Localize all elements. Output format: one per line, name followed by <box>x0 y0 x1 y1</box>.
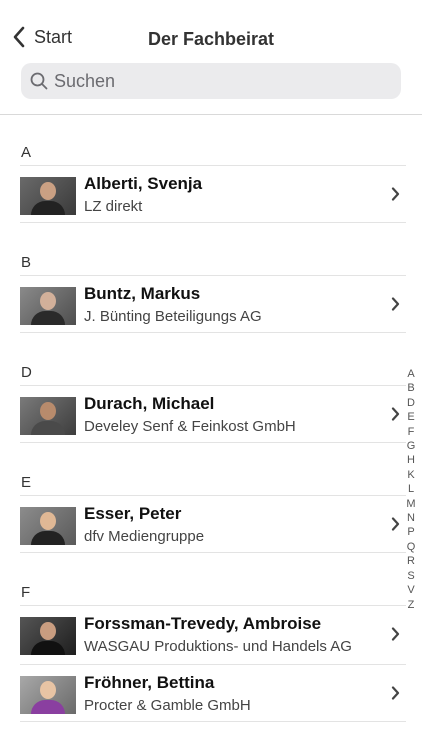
person-name: Esser, Peter <box>84 504 182 523</box>
section-header-f: F <box>21 584 31 601</box>
chevron-right-icon <box>391 686 400 700</box>
chevron-right-icon <box>391 187 400 201</box>
index-letter[interactable]: L <box>404 482 418 496</box>
avatar <box>20 397 76 435</box>
person-name: Alberti, Svenja <box>84 174 203 193</box>
person-company: Develey Senf & Feinkost GmbH <box>84 418 296 435</box>
avatar <box>20 676 76 714</box>
person-company: J. Bünting Beteiligungs AG <box>84 308 262 325</box>
list-item[interactable]: Forssman-Trevedy, Ambroise WASGAU Produk… <box>20 605 406 663</box>
search-icon <box>30 72 48 90</box>
navigation-bar: Start Der Fachbeirat <box>0 0 422 56</box>
index-letter[interactable]: S <box>404 569 418 583</box>
section-index[interactable]: A B D E F G H K L M N P Q R S V Z <box>404 367 418 612</box>
avatar <box>20 617 76 655</box>
section-header-b: B <box>21 254 32 271</box>
person-company: LZ direkt <box>84 198 143 215</box>
index-letter[interactable]: M <box>404 497 418 511</box>
chevron-right-icon <box>391 297 400 311</box>
section-header-d: D <box>21 364 32 381</box>
avatar <box>20 287 76 325</box>
section-header-e: E <box>21 474 32 491</box>
list-item[interactable]: Buntz, Markus J. Bünting Beteiligungs AG <box>20 275 406 333</box>
index-letter[interactable]: F <box>404 425 418 439</box>
index-letter[interactable]: A <box>404 367 418 381</box>
person-company: Procter & Gamble GmbH <box>84 697 251 714</box>
list-item[interactable]: Esser, Peter dfv Mediengruppe <box>20 495 406 553</box>
index-letter[interactable]: N <box>404 511 418 525</box>
chevron-right-icon <box>391 407 400 421</box>
avatar <box>20 177 76 215</box>
search-bar[interactable] <box>21 63 401 99</box>
index-letter[interactable]: K <box>404 468 418 482</box>
index-letter[interactable]: Z <box>404 598 418 612</box>
index-letter[interactable]: G <box>404 439 418 453</box>
person-name: Forssman-Trevedy, Ambroise <box>84 614 322 633</box>
person-name: Durach, Michael <box>84 394 215 413</box>
index-letter[interactable]: B <box>404 381 418 395</box>
avatar <box>20 507 76 545</box>
list-item[interactable]: Fröhner, Bettina Procter & Gamble GmbH <box>20 664 406 722</box>
chevron-right-icon <box>391 517 400 531</box>
section-header-a: A <box>21 144 32 161</box>
index-letter[interactable]: E <box>404 410 418 424</box>
person-name: Fröhner, Bettina <box>84 673 215 692</box>
index-letter[interactable]: P <box>404 525 418 539</box>
person-name: Buntz, Markus <box>84 284 201 303</box>
list-item[interactable]: Durach, Michael Develey Senf & Feinkost … <box>20 385 406 443</box>
index-letter[interactable]: V <box>404 583 418 597</box>
person-company: WASGAU Produktions- und Handels AG <box>84 638 352 655</box>
page-title: Der Fachbeirat <box>147 29 275 49</box>
index-letter[interactable]: H <box>404 453 418 467</box>
chevron-right-icon <box>391 627 400 641</box>
person-company: dfv Mediengruppe <box>84 528 205 545</box>
index-letter[interactable]: Q <box>404 540 418 554</box>
index-letter[interactable]: R <box>404 554 418 568</box>
index-letter[interactable]: D <box>404 396 418 410</box>
search-input[interactable] <box>54 70 374 92</box>
header-divider <box>0 114 422 115</box>
list-item[interactable]: Alberti, Svenja LZ direkt <box>20 165 406 223</box>
